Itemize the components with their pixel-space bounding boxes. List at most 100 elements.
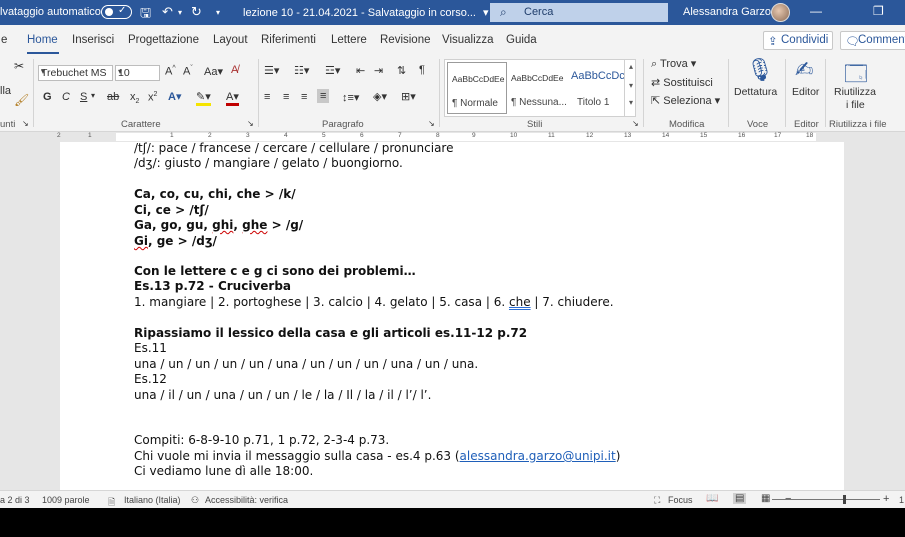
redo-icon[interactable]: ↻ xyxy=(191,4,202,20)
undo-dropdown-icon[interactable]: ▾ xyxy=(178,8,182,17)
font-launcher-icon[interactable]: ↘ xyxy=(247,119,254,128)
replace-button[interactable]: ⇄ Sostituisci xyxy=(651,76,713,89)
focus-icon: ⛶ xyxy=(654,495,661,505)
dictate-button[interactable]: Dettatura xyxy=(734,86,777,98)
document-title[interactable]: lezione 10 - 21.04.2021 - Salvataggio in… xyxy=(243,6,489,19)
spelling-error[interactable]: ghe xyxy=(242,218,267,232)
clear-formatting-icon[interactable]: A̸ xyxy=(231,64,238,76)
read-mode-icon[interactable]: 📖 xyxy=(706,493,718,504)
reuse-files-button[interactable]: Riutilizza xyxy=(834,86,876,98)
proofing-icon[interactable]: 🗎 xyxy=(108,495,115,508)
email-link[interactable]: alessandra.garzo@unipi.it xyxy=(460,449,616,463)
editor-icon[interactable]: ✍ xyxy=(795,57,813,83)
styles-scroll[interactable]: ▴ ▾ ▾ xyxy=(624,60,637,116)
align-right-icon[interactable]: ≡ xyxy=(301,91,307,103)
chevron-down-icon[interactable]: ▾ xyxy=(91,91,95,100)
editor-button[interactable]: Editor xyxy=(792,86,819,98)
tab-references[interactable]: Riferimenti xyxy=(261,34,316,46)
tab-insert[interactable]: Inserisci xyxy=(72,34,114,46)
tab-home[interactable]: Home xyxy=(27,34,58,46)
document-page[interactable]: /tʃ/: pace / francese / cercare / cellul… xyxy=(60,142,844,490)
multilevel-list-icon[interactable]: ☲▾ xyxy=(325,64,340,77)
increase-indent-icon[interactable]: ⇥ xyxy=(374,64,383,77)
pilcrow-icon[interactable]: ¶ xyxy=(419,64,425,76)
share-button[interactable]: ⇪ Condividi xyxy=(763,31,833,50)
grow-font-icon[interactable]: A^ xyxy=(165,65,176,78)
decrease-indent-icon[interactable]: ⇤ xyxy=(356,64,365,77)
web-layout-icon[interactable]: ▦ xyxy=(761,493,770,504)
bullets-icon[interactable]: ☰▾ xyxy=(264,64,279,77)
font-size-select[interactable]: 10 ▾ xyxy=(115,65,160,81)
tab-layout[interactable]: Layout xyxy=(213,34,248,46)
search-box[interactable]: ⌕ Cerca xyxy=(490,3,668,22)
doc-text: , xyxy=(233,218,243,232)
align-center-icon[interactable]: ≡ xyxy=(283,91,289,103)
change-case-icon[interactable]: Aa▾ xyxy=(204,65,223,78)
highlight-icon[interactable]: ✎▾ xyxy=(196,90,211,106)
text-effects-icon[interactable]: A▾ xyxy=(168,90,181,103)
spelling-error[interactable]: Gi xyxy=(134,234,148,248)
zoom-in-icon[interactable]: + xyxy=(883,493,889,505)
restore-icon[interactable]: ❐ xyxy=(873,4,884,18)
avatar[interactable] xyxy=(771,3,790,22)
numbering-icon[interactable]: ☷▾ xyxy=(294,64,309,77)
zoom-slider[interactable] xyxy=(772,499,880,500)
user-name[interactable]: Alessandra Garzo xyxy=(683,6,771,18)
undo-icon[interactable]: ↶ xyxy=(162,4,173,20)
style-no-spacing[interactable]: AaBbCcDdEe ¶ Nessuna... xyxy=(507,62,567,114)
styles-launcher-icon[interactable]: ↘ xyxy=(632,119,639,128)
zoom-slider-thumb[interactable] xyxy=(843,495,846,504)
autosave-toggle[interactable]: ✓ xyxy=(101,5,132,19)
cut-icon[interactable]: ✂ xyxy=(14,59,24,73)
underline-icon[interactable]: S xyxy=(80,91,87,103)
ruler[interactable]: 2 1 1 2 3 4 5 6 7 8 9 10 11 12 13 14 15 … xyxy=(0,132,905,142)
borders-icon[interactable]: ⊞▾ xyxy=(401,90,416,103)
paste-label[interactable]: lla xyxy=(0,85,11,97)
shrink-font-icon[interactable]: Aˇ xyxy=(183,65,193,78)
tab-review[interactable]: Revisione xyxy=(380,34,431,46)
print-layout-icon[interactable]: ▤ xyxy=(733,493,747,504)
comments-button[interactable]: 🗨 Commenti xyxy=(840,31,905,50)
clipboard-launcher-icon[interactable]: ↘ xyxy=(22,119,29,128)
strikethrough-icon[interactable]: ab xyxy=(107,91,119,103)
spelling-error[interactable]: ghi xyxy=(212,218,233,232)
grammar-suggestion[interactable]: che xyxy=(509,295,531,309)
superscript-icon[interactable]: x2 xyxy=(148,91,157,104)
paragraph-launcher-icon[interactable]: ↘ xyxy=(428,119,435,128)
customize-toolbar-icon[interactable]: ▾ xyxy=(216,8,220,17)
align-left-icon[interactable]: ≡ xyxy=(264,91,270,103)
format-painter-icon[interactable]: 🖌 xyxy=(14,93,29,107)
doc-line: Ca, co, cu, chi, che > /k/ xyxy=(134,187,296,201)
more-styles-icon[interactable]: ▾ xyxy=(625,98,637,107)
reuse-files-button-line2[interactable]: i file xyxy=(846,99,865,111)
tab-design[interactable]: Progettazione xyxy=(128,34,199,46)
focus-button[interactable]: Focus xyxy=(668,495,693,505)
line-spacing-icon[interactable]: ↕≡▾ xyxy=(342,91,359,104)
shading-icon[interactable]: ◈▾ xyxy=(373,90,387,103)
find-button[interactable]: ⌕ Trova ▾ xyxy=(651,57,696,71)
language-label[interactable]: Italiano (Italia) xyxy=(124,495,181,505)
subscript-icon[interactable]: x2 xyxy=(130,91,139,105)
font-name-select[interactable]: Trebuchet MS ▾ xyxy=(38,65,113,81)
tab-view[interactable]: Visualizza xyxy=(442,34,494,46)
save-icon[interactable]: 🖫 xyxy=(140,4,151,26)
zoom-level[interactable]: 1 xyxy=(899,495,904,505)
style-normal[interactable]: AaBbCcDdEe ¶ Normale xyxy=(447,62,507,114)
microphone-icon[interactable]: 🎙 xyxy=(746,57,774,83)
accessibility-label[interactable]: Accessibilità: verifica xyxy=(205,495,288,505)
tab-file[interactable]: e xyxy=(1,34,7,46)
sort-icon[interactable]: ⇅ xyxy=(397,64,406,77)
justify-icon[interactable]: ≡ xyxy=(317,89,330,103)
style-heading-1[interactable]: AaBbCcDc Titolo 1 xyxy=(567,62,627,114)
tab-mailings[interactable]: Lettere xyxy=(331,34,367,46)
word-count[interactable]: 1009 parole xyxy=(42,495,90,505)
font-color-icon[interactable]: A▾ xyxy=(226,90,239,106)
chevron-up-icon[interactable]: ▴ xyxy=(625,62,637,71)
chevron-down-icon[interactable]: ▾ xyxy=(625,81,637,90)
minimize-icon[interactable]: — xyxy=(810,4,822,18)
tab-help[interactable]: Guida xyxy=(506,34,537,46)
page-count[interactable]: a 2 di 3 xyxy=(0,495,30,505)
bold-icon[interactable]: G xyxy=(43,91,52,103)
italic-icon[interactable]: C xyxy=(62,91,70,103)
select-button[interactable]: ⇱ Seleziona ▾ xyxy=(651,94,720,107)
